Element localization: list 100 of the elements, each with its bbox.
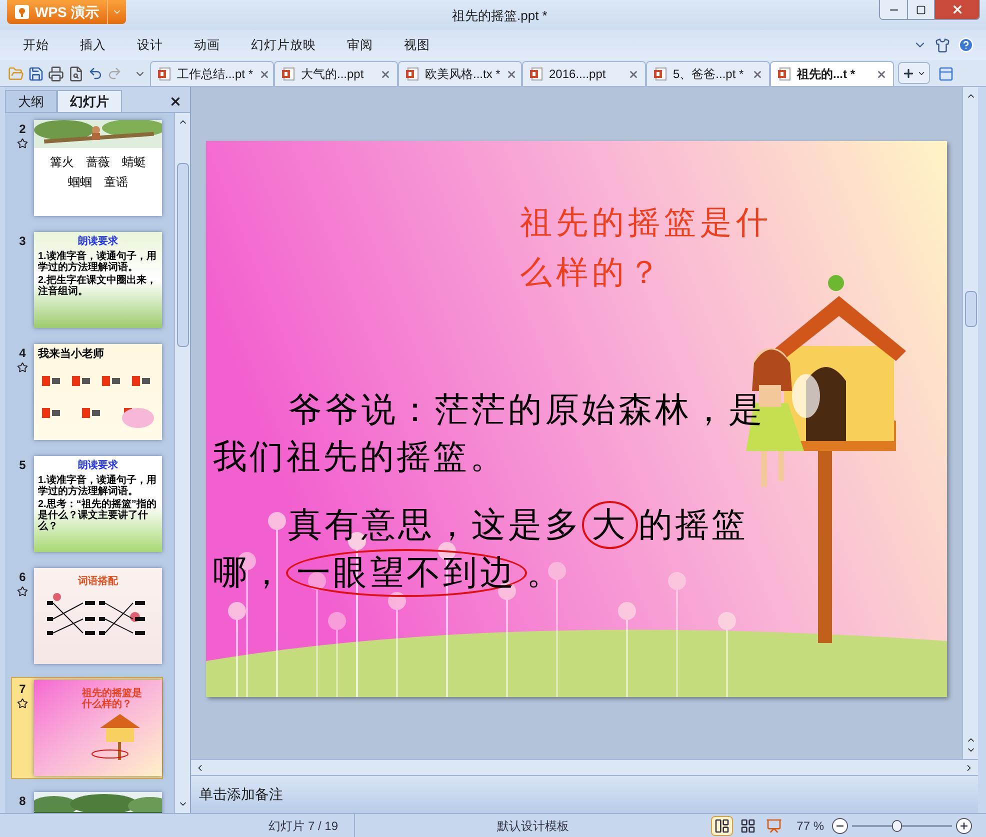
presentation-file-icon [653, 67, 667, 81]
thumbnail-word: 蔷薇 [86, 156, 110, 168]
document-tab-label: 祖先的...t * [797, 66, 856, 83]
help-icon[interactable] [958, 37, 974, 53]
thumbnail-text: 1.读准字音，读通句子，用学过的方法理解词语。 [38, 474, 158, 496]
ribbon-tab[interactable]: 幻灯片放映 [240, 36, 327, 54]
document-tab[interactable]: 欧美风格...tx * [398, 61, 522, 86]
ribbon-tab[interactable]: 插入 [69, 36, 117, 54]
close-panel-icon[interactable] [169, 95, 182, 108]
save-icon[interactable] [28, 66, 44, 82]
circled-text: 一眼望不到边 [286, 549, 527, 597]
panel-tab[interactable]: 大纲 [5, 90, 57, 112]
slide-number: 5 [19, 457, 26, 474]
document-tab-label: 5、爸爸...pt * [673, 66, 744, 83]
close-tab-icon[interactable] [380, 68, 391, 80]
document-tab[interactable]: 工作总结...pt * [150, 61, 274, 86]
presentation-file-icon [281, 67, 295, 81]
zoom-percent: 77 % [796, 818, 824, 834]
design-template-label: 默认设计模板 [497, 818, 569, 834]
new-tab-button[interactable] [898, 62, 930, 84]
ribbon-tab[interactable]: 设计 [126, 36, 174, 54]
slide-number: 8 [19, 793, 26, 810]
maximize-button[interactable] [907, 0, 934, 19]
circled-text: 大 [582, 501, 638, 549]
thumbnail-word: 蜻蜓 [122, 156, 146, 168]
close-button[interactable] [934, 0, 979, 19]
tab-layout-icon[interactable] [938, 66, 954, 82]
skin-icon[interactable] [935, 38, 950, 52]
vertical-scrollbar[interactable] [962, 87, 978, 759]
thumbnail-title: 朗读要求 [78, 460, 118, 472]
zoom-out-button[interactable] [832, 818, 848, 834]
thumbnail-text: 2.思考：“祖先的摇篮”指的是什么？课文主要讲了什么？ [38, 498, 158, 532]
ribbon-tab[interactable]: 开始 [12, 36, 60, 54]
selected-slide-item[interactable]: 7 祖先的摇篮是什么样的？ [11, 677, 163, 779]
scrollbar-thumb[interactable] [176, 163, 188, 347]
document-tab-label: 欧美风格...tx * [425, 66, 500, 83]
panel-tab[interactable]: 幻灯片 [57, 90, 122, 112]
document-tab[interactable]: 大气的...ppt [274, 61, 398, 86]
horizontal-scrollbar[interactable] [191, 759, 978, 775]
document-tab[interactable]: 5、爸爸...pt * [646, 61, 770, 86]
slide-thumbnail[interactable]: 朗读要求 1.读准字音，读通句子，用学过的方法理解词语。 2.思考：“祖先的摇篮”指的是什么？课文主要讲了什么？ [34, 456, 162, 552]
slide-item[interactable]: 3 朗读要求 1.读准字音，读通句子，用学过的方法理解词语。 2.把生字在课文中圈出来，注音组词。 [11, 229, 163, 331]
close-tab-icon[interactable] [628, 68, 639, 80]
thumbnail-word: 篝火 [50, 156, 74, 168]
presentation-file-icon [529, 67, 543, 81]
plus-icon [959, 820, 969, 830]
close-tab-icon[interactable] [876, 68, 887, 80]
slide-item[interactable]: 6 词语搭配 [11, 565, 163, 667]
scrollbar-thumb[interactable] [964, 291, 976, 327]
maximize-icon [916, 4, 926, 14]
thumbnail-text: 2.把生字在课文中圈出来，注音组词。 [38, 274, 158, 296]
slide-number: 3 [19, 233, 26, 250]
presentation-icon [766, 818, 782, 834]
close-tab-icon[interactable] [506, 68, 518, 80]
presentation-file-icon [405, 67, 419, 81]
slide-number: 7 [19, 681, 26, 698]
normal-view-button[interactable] [710, 816, 733, 836]
slide-item[interactable]: 2 篝火 蔷薇 蜻蜓 蝈蝈 童谣 [11, 117, 163, 219]
slide-item[interactable]: 4 我来当小老师 [11, 341, 163, 443]
notes-placeholder: 单击添加备注 [199, 785, 283, 804]
ribbon-tab[interactable]: 审阅 [336, 36, 384, 54]
slide-counter: 幻灯片 7 / 19 [268, 818, 338, 834]
document-tab-label: 工作总结...pt * [177, 66, 254, 83]
document-tab-label: 2016....ppt [549, 66, 606, 83]
notes-pane[interactable]: 单击添加备注 [191, 775, 978, 813]
close-tab-icon[interactable] [259, 68, 270, 80]
undo-icon[interactable] [88, 66, 103, 81]
presentation-file-icon [157, 67, 171, 81]
close-icon [950, 3, 964, 16]
thumbnail-title: 我来当小老师 [38, 348, 105, 362]
slide-number: 6 [19, 569, 26, 586]
thumbnail-word: 蝈蝈 [68, 176, 92, 188]
print-preview-icon[interactable] [68, 66, 84, 82]
zoom-in-button[interactable] [956, 818, 972, 834]
thumbnail-text: 1.读准字音，读通句子，用学过的方法理解词语。 [38, 250, 158, 272]
vertical-scrollbar[interactable] [174, 113, 190, 813]
window-title: 祖先的摇篮.ppt * [452, 7, 548, 25]
slide-number: 2 [19, 121, 26, 138]
grid-icon [740, 818, 756, 834]
slide-item[interactable]: 8 [11, 789, 163, 813]
thumbnail-word: 童谣 [104, 176, 128, 188]
slide-title: 祖先的摇篮是什么样的？ [520, 202, 773, 293]
document-tab[interactable]: 祖先的...t * [770, 61, 894, 86]
ribbon-tab[interactable]: 视图 [393, 36, 441, 54]
normal-view-icon [714, 818, 730, 834]
document-tab-label: 大气的...ppt [301, 66, 364, 83]
ribbon-tab[interactable]: 动画 [183, 36, 231, 54]
close-tab-icon[interactable] [752, 68, 763, 80]
app-logo-icon [15, 5, 29, 19]
print-icon[interactable] [48, 66, 64, 82]
thumbnail-title: 朗读要求 [78, 236, 118, 248]
slide-item[interactable]: 5 朗读要求 1.读准字音，读通句子，用学过的方法理解词语。 2.思考：“祖先的摇篮”指的是什么？课文主要讲了什么？ [11, 453, 163, 555]
zoom-slider-thumb[interactable] [892, 820, 902, 832]
slide-thumbnail[interactable]: 我来当小老师 [34, 344, 162, 440]
zoom-slider[interactable] [852, 818, 952, 834]
slide-thumbnail[interactable]: 篝火 蔷薇 蜻蜓 蝈蝈 童谣 [34, 120, 162, 216]
thumbnail-title: 祖先的摇篮是什么样的？ [82, 688, 143, 710]
document-tab[interactable]: 2016....ppt [522, 61, 646, 86]
slide-number: 4 [19, 345, 26, 362]
slide-thumbnail[interactable]: 朗读要求 1.读准字音，读通句子，用学过的方法理解词语。 2.把生字在课文中圈出来，注音组词。 [34, 232, 162, 328]
